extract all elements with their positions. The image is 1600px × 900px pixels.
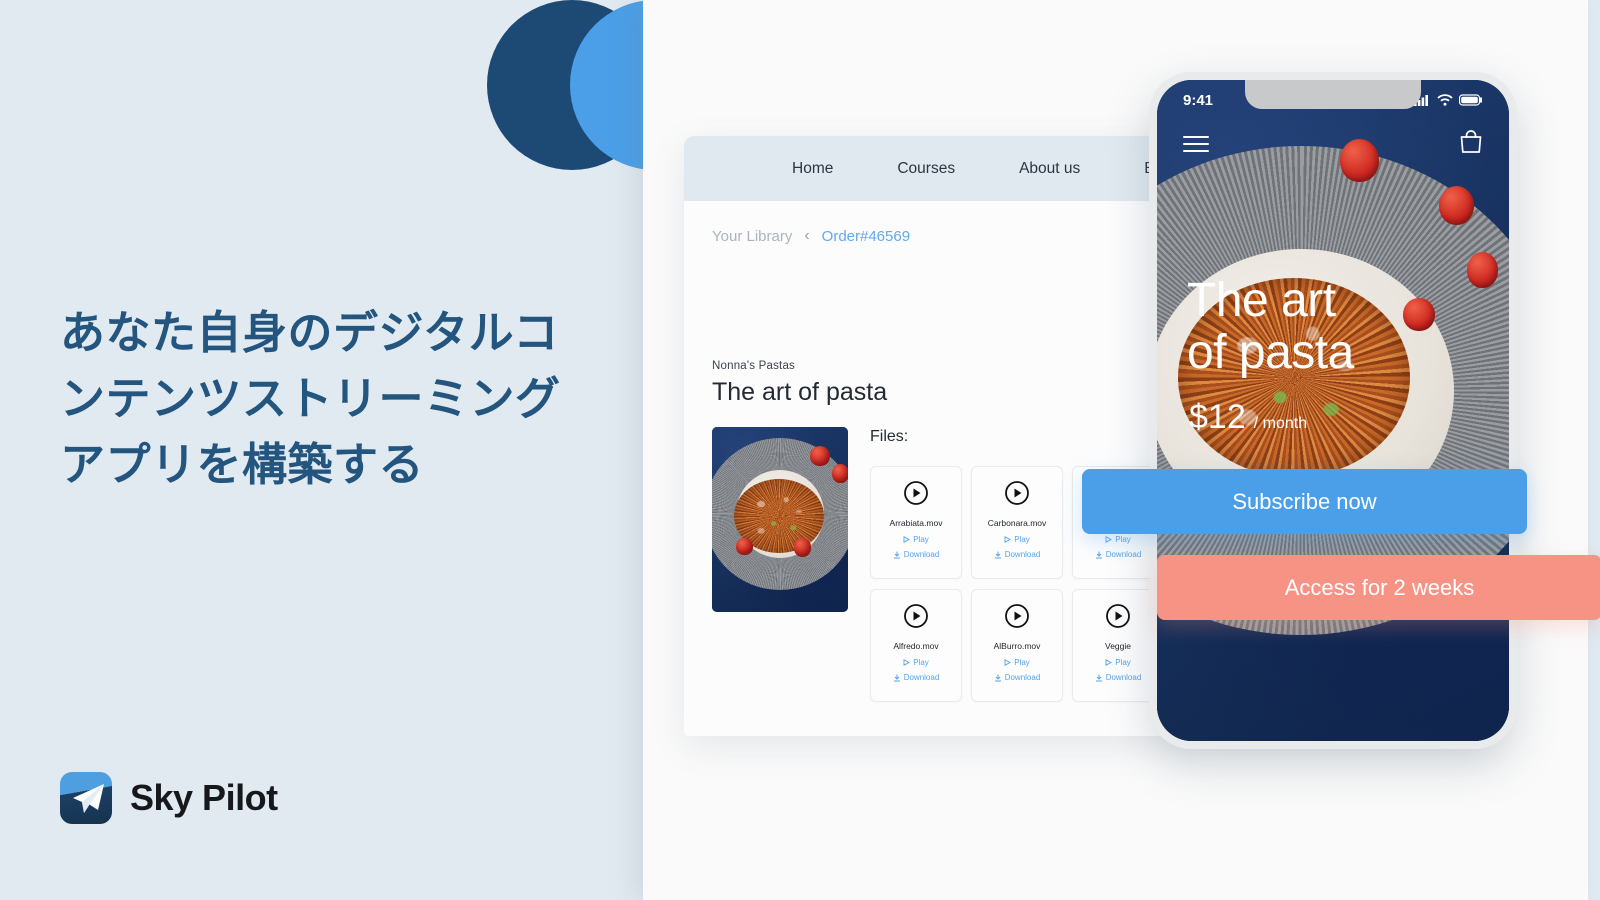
nav-item-about-us[interactable]: About us bbox=[1019, 160, 1080, 178]
battery-icon bbox=[1459, 94, 1482, 106]
product-vendor: Nonna's Pastas bbox=[712, 360, 795, 372]
file-card[interactable]: Arrabiata.mov Play Download bbox=[870, 466, 962, 579]
phone-notch bbox=[1245, 80, 1421, 109]
download-icon bbox=[994, 551, 1001, 558]
product-title: The art of pasta bbox=[712, 378, 888, 406]
download-link[interactable]: Download bbox=[893, 550, 939, 559]
file-card[interactable]: Carbonara.mov Play Download bbox=[971, 466, 1063, 579]
right-showcase-panel: Home Courses About us Books Your Library… bbox=[643, 0, 1600, 900]
price-period: / month bbox=[1253, 415, 1308, 432]
play-circle-icon bbox=[1105, 603, 1131, 634]
price-amount: $12 bbox=[1189, 398, 1246, 436]
play-link[interactable]: Play bbox=[1105, 658, 1131, 667]
download-link[interactable]: Download bbox=[994, 673, 1040, 682]
download-link[interactable]: Download bbox=[1095, 550, 1141, 559]
play-link[interactable]: Play bbox=[1004, 658, 1030, 667]
play-triangle-icon bbox=[1105, 536, 1113, 543]
breadcrumb-root[interactable]: Your Library bbox=[712, 228, 792, 245]
download-icon bbox=[893, 674, 900, 681]
play-circle-icon bbox=[903, 603, 929, 634]
play-circle-icon bbox=[1004, 480, 1030, 511]
paper-plane-icon bbox=[60, 772, 112, 824]
product-thumbnail bbox=[712, 427, 848, 612]
play-circle-icon bbox=[903, 480, 929, 511]
play-triangle-icon bbox=[1105, 659, 1113, 666]
download-link[interactable]: Download bbox=[1095, 673, 1141, 682]
play-triangle-icon bbox=[1004, 659, 1012, 666]
phone-screen: 9:41 The art of pasta $12 / month bbox=[1157, 80, 1509, 741]
phone-app-bar bbox=[1157, 122, 1509, 166]
download-icon bbox=[994, 674, 1001, 681]
breadcrumb-current[interactable]: Order#46569 bbox=[822, 228, 910, 245]
download-link[interactable]: Download bbox=[893, 673, 939, 682]
download-icon bbox=[893, 551, 900, 558]
page-title: あなた自身のデジタルコンテンツストリーミングアプリを構築する bbox=[60, 307, 561, 491]
file-name: Arrabiata.mov bbox=[889, 518, 943, 528]
play-link[interactable]: Play bbox=[903, 658, 929, 667]
file-name: AlBurro.mov bbox=[993, 641, 1041, 651]
play-link[interactable]: Play bbox=[1105, 535, 1131, 544]
file-card[interactable]: AlBurro.mov Play Download bbox=[971, 589, 1063, 702]
status-time: 9:41 bbox=[1183, 91, 1214, 109]
phone-mockup: 9:41 The art of pasta $12 / month bbox=[1149, 72, 1517, 749]
left-hero-panel: あなた自身のデジタルコンテンツストリーミングアプリを構築する Sky Pilot bbox=[0, 0, 645, 900]
brand-name: Sky Pilot bbox=[130, 777, 278, 818]
hamburger-menu-icon[interactable] bbox=[1183, 136, 1209, 152]
play-triangle-icon bbox=[903, 659, 911, 666]
play-circle-icon bbox=[1004, 603, 1030, 634]
nav-item-courses[interactable]: Courses bbox=[897, 160, 955, 178]
file-name: Alfredo.mov bbox=[893, 641, 939, 651]
file-name: Veggie bbox=[1105, 641, 1131, 651]
access-trial-button[interactable]: Access for 2 weeks bbox=[1157, 555, 1600, 620]
phone-price: $12 / month bbox=[1189, 398, 1307, 437]
play-link[interactable]: Play bbox=[1004, 535, 1030, 544]
wifi-icon bbox=[1437, 94, 1453, 106]
play-link[interactable]: Play bbox=[903, 535, 929, 544]
file-name: Carbonara.mov bbox=[987, 518, 1047, 528]
play-triangle-icon bbox=[1004, 536, 1012, 543]
download-link[interactable]: Download bbox=[994, 550, 1040, 559]
download-icon bbox=[1095, 551, 1102, 558]
files-label: Files: bbox=[870, 428, 909, 445]
nav-item-home[interactable]: Home bbox=[792, 160, 833, 178]
shopping-bag-icon[interactable] bbox=[1459, 129, 1483, 159]
download-icon bbox=[1095, 674, 1102, 681]
phone-hero-title-line1: The art bbox=[1187, 274, 1336, 327]
file-card[interactable]: Alfredo.mov Play Download bbox=[870, 589, 962, 702]
phone-hero-title-line2: of pasta bbox=[1187, 325, 1354, 379]
play-triangle-icon bbox=[903, 536, 911, 543]
phone-hero-title: The art of pasta bbox=[1187, 275, 1354, 379]
chevron-left-icon: ‹ bbox=[804, 227, 810, 244]
brand-logo[interactable]: Sky Pilot bbox=[60, 772, 278, 824]
subscribe-button[interactable]: Subscribe now bbox=[1082, 469, 1527, 534]
